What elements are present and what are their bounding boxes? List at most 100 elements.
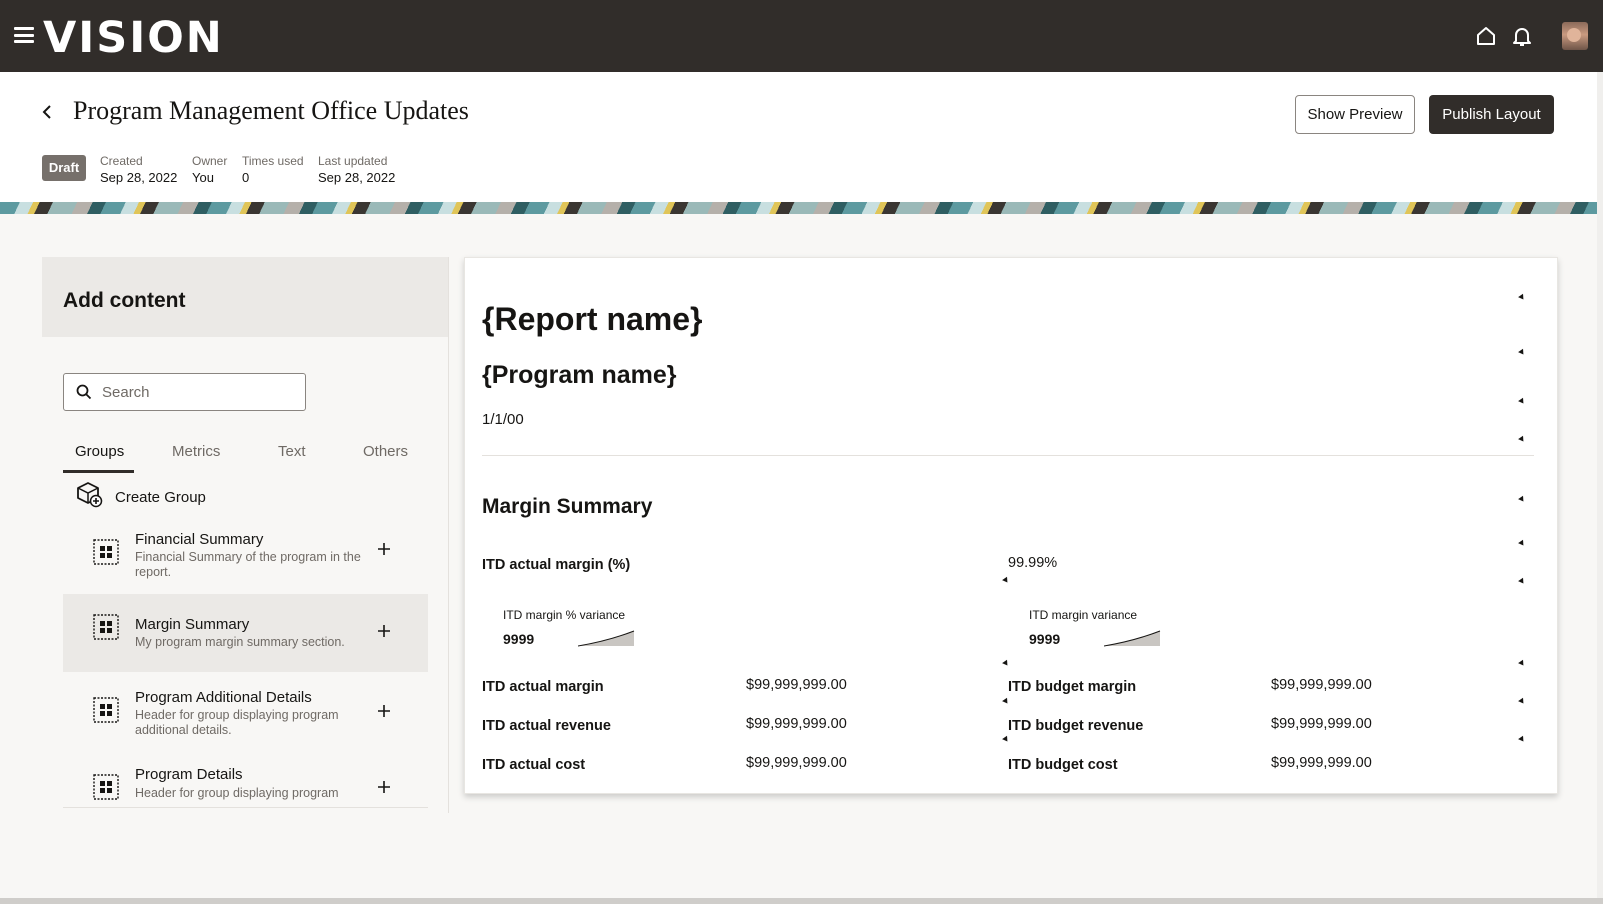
menu-icon[interactable]	[14, 27, 34, 43]
show-preview-button[interactable]: Show Preview	[1295, 95, 1415, 134]
search-input[interactable]	[102, 382, 297, 402]
meta-label: Times used	[242, 154, 304, 168]
group-list: Financial Summary Financial Summary of t…	[63, 519, 428, 801]
variance-label: ITD margin variance	[1029, 608, 1138, 622]
item-description: Header for group displaying program	[135, 786, 339, 800]
divider	[63, 807, 428, 808]
group-icon	[93, 774, 119, 800]
group-icon	[93, 539, 119, 565]
add-icon[interactable]	[375, 702, 393, 720]
resize-handle[interactable]	[1518, 659, 1526, 668]
variance-value: 9999	[1029, 631, 1061, 647]
tab-others[interactable]: Others	[363, 443, 408, 473]
sparkline-chart	[578, 630, 635, 647]
item-name: Margin Summary	[135, 616, 250, 633]
variance-value: 9999	[503, 631, 535, 647]
item-name: Financial Summary	[135, 531, 264, 548]
meta-value: Sep 28, 2022	[318, 170, 396, 185]
meta-label: Last updated	[318, 154, 388, 168]
report-date[interactable]: 1/1/00	[482, 411, 524, 428]
metric-value: $99,999,999.00	[746, 677, 847, 693]
resize-handle[interactable]	[1518, 539, 1526, 548]
resize-handle[interactable]	[1518, 348, 1526, 357]
report-name[interactable]: {Report name}	[482, 301, 703, 338]
resize-handle[interactable]	[1002, 659, 1010, 668]
resize-handle[interactable]	[1002, 576, 1010, 585]
sparkline-chart	[1104, 630, 1161, 647]
meta-value: 0	[242, 170, 250, 185]
meta-label: Created	[100, 154, 143, 168]
publish-layout-button[interactable]: Publish Layout	[1429, 95, 1554, 134]
search-icon	[76, 384, 92, 400]
create-group-icon	[77, 482, 103, 508]
app-logo[interactable]: VISION	[43, 10, 224, 66]
section-title[interactable]: Margin Summary	[482, 495, 652, 519]
divider	[482, 455, 1534, 456]
panel-title: Add content	[63, 289, 186, 312]
resize-handle[interactable]	[1518, 495, 1526, 504]
variance-label: ITD margin % variance	[503, 608, 626, 622]
resize-handle[interactable]	[1002, 735, 1010, 744]
metric-label: ITD actual cost	[482, 757, 586, 773]
resize-handle[interactable]	[1518, 435, 1526, 444]
resize-handle[interactable]	[1518, 577, 1526, 586]
add-icon[interactable]	[375, 622, 393, 640]
resize-handle[interactable]	[1518, 735, 1526, 744]
meta-last-updated: Last updated Sep 28, 2022	[318, 154, 395, 185]
page-header: Program Management Office Updates Show P…	[0, 72, 1603, 202]
metric-label: ITD actual revenue	[482, 718, 611, 734]
resize-handle[interactable]	[1002, 697, 1010, 706]
metric-value: $99,999,999.00	[746, 716, 847, 732]
add-icon[interactable]	[375, 540, 393, 558]
metric-value: $99,999,999.00	[1271, 716, 1372, 732]
meta-label: Owner	[192, 154, 228, 168]
active-tab-indicator	[63, 470, 134, 473]
metric-value: $99,999,999.00	[746, 755, 847, 771]
panel-header: Add content	[42, 257, 449, 337]
resize-handle[interactable]	[1518, 697, 1526, 706]
metric-value: $99,999,999.00	[1271, 755, 1372, 771]
tab-text[interactable]: Text	[278, 443, 306, 473]
item-name: Program Additional Details	[135, 689, 312, 706]
avatar[interactable]	[1562, 22, 1588, 50]
page-title: Program Management Office Updates	[73, 96, 469, 125]
metric-value: $99,999,999.00	[1271, 677, 1372, 693]
resize-handle[interactable]	[1518, 397, 1526, 406]
status-badge: Draft	[42, 155, 86, 181]
create-group-button[interactable]: Create Group	[75, 480, 206, 512]
metric-label: ITD budget revenue	[1008, 718, 1144, 734]
list-item-program-details[interactable]: Program Details Header for group display…	[63, 750, 428, 801]
list-item-margin-summary[interactable]: Margin Summary My program margin summary…	[63, 594, 428, 672]
group-icon	[93, 614, 119, 640]
list-item-program-additional-details[interactable]: Program Additional Details Header for gr…	[63, 672, 428, 750]
item-description: Financial Summary of the program in the …	[135, 550, 361, 579]
metric-value: 99.99%	[1008, 555, 1058, 571]
meta-times-used: Times used 0	[242, 154, 304, 185]
meta-value: You	[192, 170, 214, 185]
divider	[448, 257, 449, 813]
add-content-panel: Add content Groups Metrics Text Others C…	[42, 257, 449, 813]
list-item-financial-summary[interactable]: Financial Summary Financial Summary of t…	[63, 519, 428, 597]
back-icon[interactable]	[40, 100, 56, 124]
tab-groups[interactable]: Groups	[75, 443, 124, 473]
item-description: Header for group displaying program addi…	[135, 708, 339, 737]
content-tabs: Groups Metrics Text Others	[63, 443, 428, 473]
program-name[interactable]: {Program name}	[482, 361, 677, 390]
bell-icon[interactable]	[1510, 24, 1534, 48]
group-icon	[93, 697, 119, 723]
resize-handle[interactable]	[1518, 293, 1526, 302]
top-bar: VISION	[0, 0, 1603, 72]
search-field[interactable]	[63, 373, 306, 411]
home-icon[interactable]	[1474, 24, 1498, 48]
create-group-label: Create Group	[115, 489, 206, 506]
metric-label: ITD budget cost	[1008, 757, 1118, 773]
metric-label: ITD budget margin	[1008, 679, 1137, 695]
tab-metrics[interactable]: Metrics	[172, 443, 220, 473]
metric-label: ITD actual margin (%)	[482, 557, 631, 573]
page-scrollbar[interactable]	[1597, 72, 1603, 898]
layout-canvas: {Report name} {Program name} 1/1/00 Marg…	[464, 257, 1558, 794]
decorative-banner	[0, 202, 1603, 214]
item-name: Program Details	[135, 766, 243, 783]
add-icon[interactable]	[375, 778, 393, 796]
bottom-edge	[0, 898, 1603, 904]
